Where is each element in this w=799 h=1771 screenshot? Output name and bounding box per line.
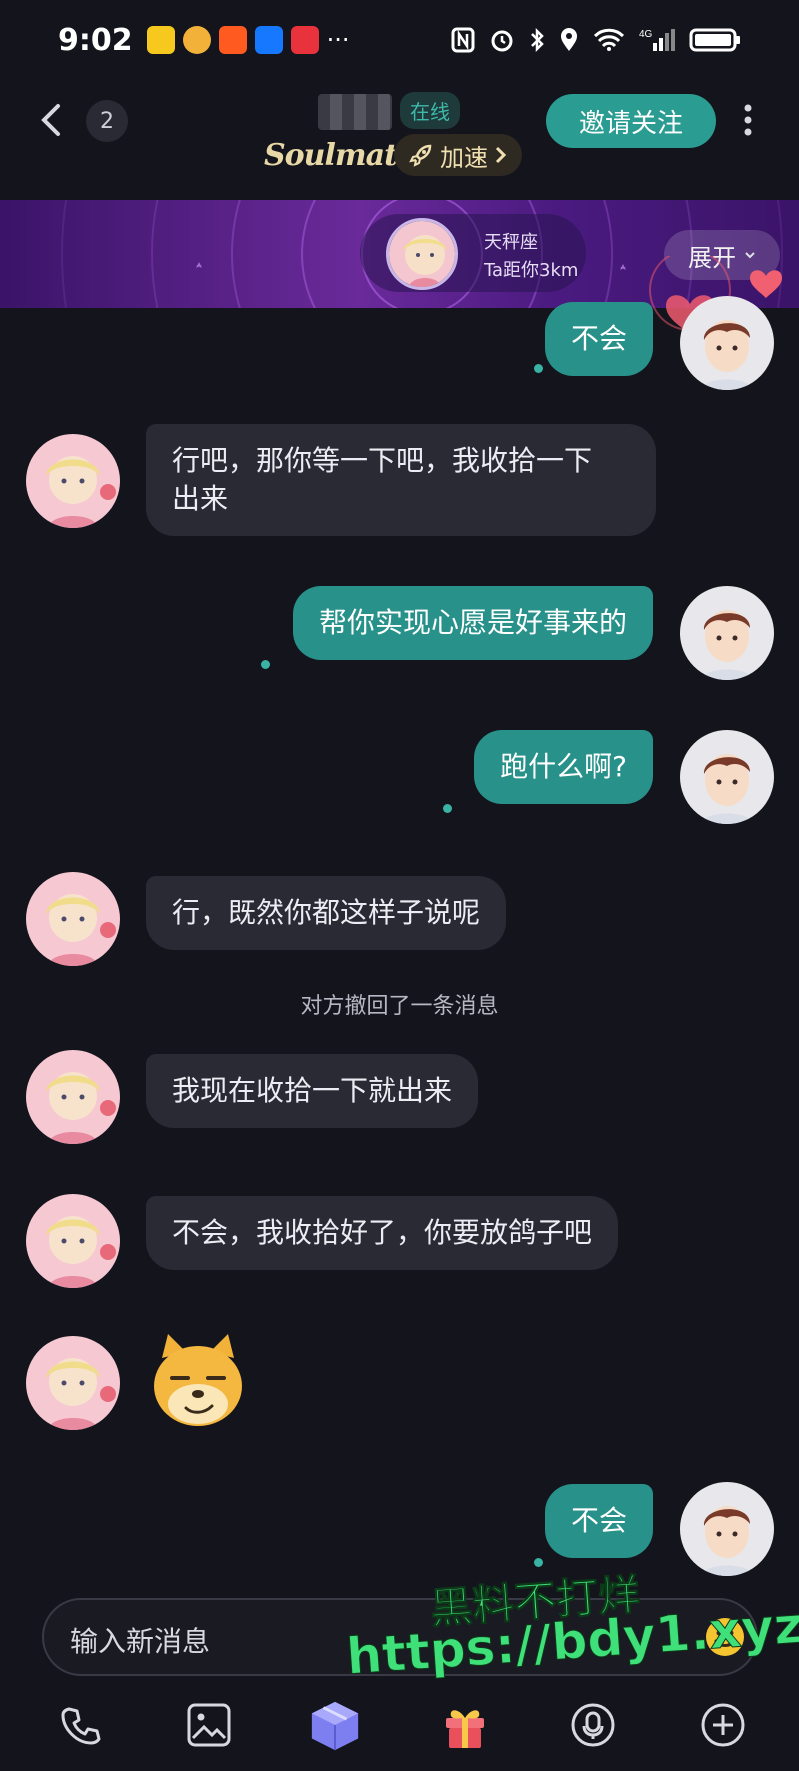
soul-box-icon (311, 1701, 359, 1751)
more-vertical-icon[interactable] (738, 100, 758, 140)
read-indicator-dot (261, 660, 270, 669)
chevron-right-icon (495, 146, 507, 164)
recalled-message-notice: 对方撤回了一条消息 (300, 994, 499, 1019)
doge-smirk-sticker[interactable] (146, 1328, 250, 1432)
notification-app-icons (146, 26, 319, 54)
speedup-label: 加速 (440, 143, 488, 172)
message-bubble-incoming[interactable]: 行吧，那你等一下吧，我收拾一下 出来 (146, 424, 656, 536)
soul-box-button[interactable] (308, 1698, 362, 1752)
my-avatar[interactable] (680, 586, 774, 680)
image-icon (187, 1703, 231, 1747)
alarm-icon (491, 30, 513, 52)
gift-button[interactable] (438, 1698, 492, 1752)
image-button[interactable] (182, 1698, 236, 1752)
chat-header: 2 在线 Soulmate 加速 邀请关注 (0, 80, 799, 200)
banner-distance: Ta距你3km (484, 260, 579, 281)
banner-zodiac: 天秤座 (484, 232, 538, 253)
read-indicator-dot (534, 1558, 543, 1567)
invite-follow-button[interactable]: 邀请关注 (546, 94, 716, 148)
message-bubble-incoming[interactable]: 我现在收拾一下就出来 (146, 1054, 479, 1128)
cellular-4g-icon: 4G (639, 29, 675, 51)
message-bubble-outgoing[interactable]: 不会 (544, 302, 653, 376)
rocket-icon (409, 144, 432, 167)
phone-button[interactable] (54, 1698, 108, 1752)
contact-avatar[interactable] (26, 1050, 120, 1144)
soulmate-logo: Soulmate (264, 138, 416, 173)
message-text-line: 出来 (172, 482, 229, 515)
online-status-badge: 在线 (400, 92, 460, 129)
read-indicator-dot (534, 364, 543, 373)
chat-toolbar (0, 1690, 799, 1760)
plus-icon (701, 1703, 745, 1747)
contact-avatar[interactable] (26, 434, 120, 528)
contact-name-blurred (318, 94, 392, 130)
network-type-label: 4G (639, 29, 653, 40)
gift-icon (446, 1710, 484, 1748)
taobao-app-icon (218, 26, 247, 54)
read-indicator-dot (443, 804, 452, 813)
more-notifications-icon: ··· (326, 26, 350, 54)
status-bar: 9:02 ··· 4G (0, 0, 799, 80)
unread-count-badge: 2 (86, 100, 128, 142)
phone-icon (61, 1707, 101, 1745)
heart-app-icon (290, 26, 319, 54)
weibo-app-icon (182, 26, 211, 54)
my-avatar[interactable] (680, 730, 774, 824)
contact-avatar[interactable] (26, 1194, 120, 1288)
contact-avatar[interactable] (26, 872, 120, 966)
my-avatar[interactable] (680, 296, 774, 390)
alipay-app-icon (254, 26, 283, 54)
contact-avatar[interactable] (26, 1336, 120, 1430)
speedup-button[interactable]: 加速 (394, 134, 522, 176)
meituan-app-icon (146, 26, 175, 54)
plus-button[interactable] (696, 1698, 750, 1752)
location-icon (561, 28, 577, 51)
input-placeholder: 输入新消息 (70, 1625, 211, 1658)
message-bubble-outgoing[interactable]: 不会 (544, 1484, 653, 1558)
back-arrow-icon[interactable] (34, 100, 70, 140)
status-time: 9:02 (58, 22, 133, 58)
bluetooth-icon (531, 27, 544, 53)
banner-avatar (386, 218, 458, 290)
wifi-icon (593, 28, 625, 51)
voice-button[interactable] (566, 1698, 620, 1752)
message-bubble-outgoing[interactable]: 帮你实现心愿是好事来的 (292, 586, 653, 660)
status-indicators: 4G (451, 27, 741, 53)
nfc-icon (451, 27, 475, 53)
message-bubble-incoming[interactable]: 行，既然你都这样子说呢 (146, 876, 507, 950)
battery-icon (689, 28, 740, 52)
voice-icon (571, 1703, 615, 1747)
message-bubble-incoming[interactable]: 不会，我收拾好了，你要放鸽子吧 (146, 1196, 619, 1270)
message-text-line: 行吧，那你等一下吧，我收拾一下 (172, 444, 593, 477)
message-bubble-outgoing[interactable]: 跑什么啊? (474, 730, 653, 804)
my-avatar[interactable] (680, 1482, 774, 1576)
